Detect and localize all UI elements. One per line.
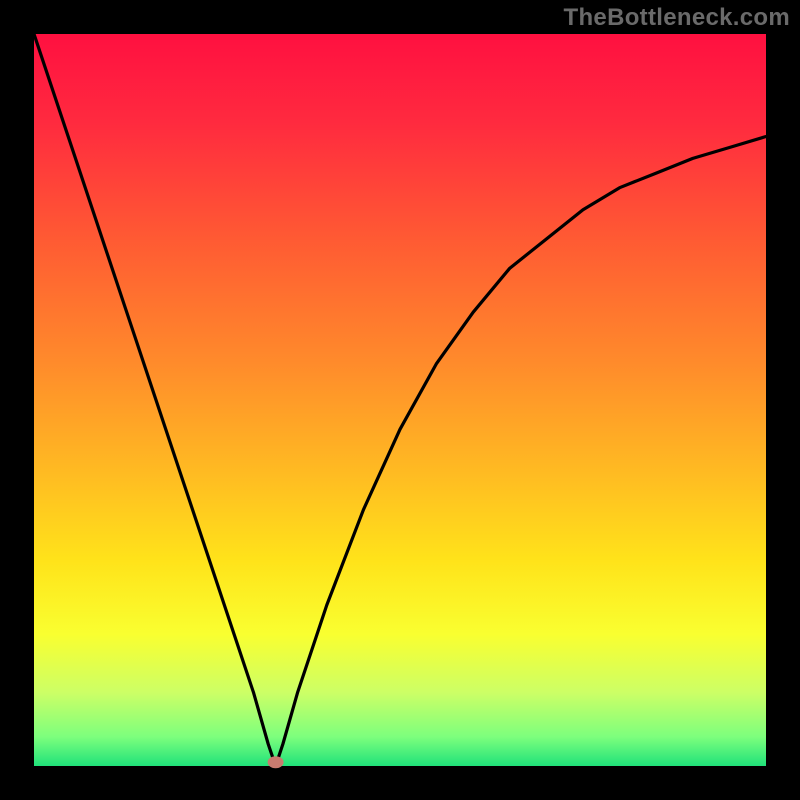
- chart-svg: [0, 0, 800, 800]
- chart-container: TheBottleneck.com: [0, 0, 800, 800]
- watermark-text: TheBottleneck.com: [564, 4, 790, 32]
- plot-background: [34, 34, 766, 766]
- optimal-marker-icon: [268, 756, 284, 768]
